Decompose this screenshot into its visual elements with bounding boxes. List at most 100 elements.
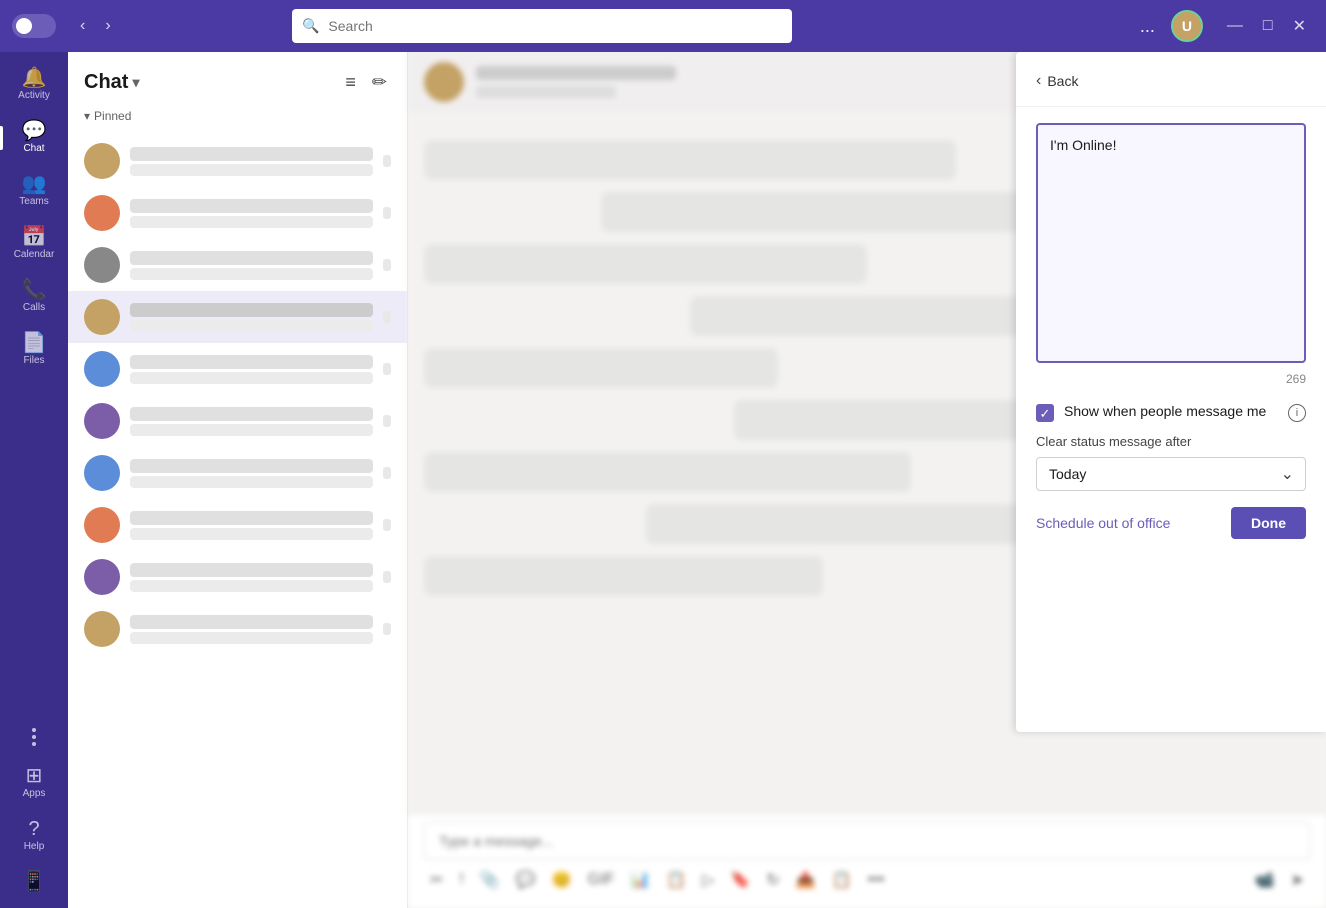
quote-button[interactable]: 💬 — [510, 864, 542, 896]
more-toolbar-button[interactable]: ••• — [862, 865, 891, 895]
message-input[interactable] — [424, 822, 1310, 860]
chat-name — [130, 407, 373, 421]
video-button[interactable]: 📹 — [1249, 864, 1281, 896]
loop-button[interactable]: ↻ — [760, 864, 785, 896]
copy-button[interactable]: 📋 — [826, 864, 858, 896]
chat-time — [383, 623, 391, 635]
avatar — [84, 611, 120, 647]
sidebar-item-teams[interactable]: 👥 Teams — [4, 166, 64, 215]
list-item[interactable] — [68, 291, 407, 343]
list-item[interactable] — [68, 239, 407, 291]
sidebar-item-chat[interactable]: 💬 Chat — [4, 113, 64, 162]
list-item[interactable] — [68, 447, 407, 499]
avatar — [84, 559, 120, 595]
nav-arrows: ‹ › — [72, 13, 119, 39]
send-button[interactable]: ➤ — [1285, 864, 1310, 896]
show-when-label: Show when people message me — [1064, 402, 1278, 422]
list-item[interactable] — [68, 395, 407, 447]
files-icon: 📄 — [22, 333, 47, 353]
nav-back[interactable]: ‹ — [72, 13, 93, 39]
chat-time — [383, 207, 391, 219]
content-wrapper: ✂ ! 📎 💬 😊 GIF 📊 📋 ▷ 🔖 ↻ 📤 📋 ••• 📹 — [408, 52, 1326, 908]
status-message-textarea[interactable]: I'm Online! — [1036, 123, 1306, 363]
list-item[interactable] — [68, 343, 407, 395]
sidebar-label-calls: Calls — [23, 302, 45, 313]
compose-button[interactable]: ✏ — [368, 68, 391, 97]
message-input-area: ✂ ! 📎 💬 😊 GIF 📊 📋 ▷ 🔖 ↻ 📤 📋 ••• 📹 — [408, 813, 1326, 908]
bookmark-button[interactable]: 🔖 — [724, 864, 756, 896]
avatar — [84, 455, 120, 491]
sidebar-item-activity[interactable]: 🔔 Activity — [4, 60, 64, 109]
chat-info — [130, 511, 373, 540]
avatar — [84, 403, 120, 439]
maximize-button[interactable]: □ — [1255, 12, 1281, 40]
back-button[interactable]: ‹ Back — [1036, 68, 1078, 94]
chat-name — [130, 355, 373, 369]
sidebar-label-files: Files — [23, 355, 44, 366]
chat-info — [130, 563, 373, 592]
chat-icon: 💬 — [22, 121, 47, 141]
chat-preview — [130, 476, 373, 488]
list-item[interactable] — [68, 603, 407, 655]
chat-title-text: Chat — [84, 71, 128, 94]
chat-info — [130, 199, 373, 228]
title-bar: ‹ › 🔍 ... U — □ ✕ — [0, 0, 1326, 52]
search-input[interactable] — [292, 9, 792, 43]
send-arrow-button[interactable]: ▷ — [696, 864, 720, 896]
avatar — [84, 143, 120, 179]
activity-icon: 🔔 — [22, 68, 47, 88]
chat-name — [130, 147, 373, 161]
chat-time — [383, 155, 391, 167]
avatar[interactable]: U — [1171, 10, 1203, 42]
sticker-button[interactable]: 📊 — [624, 864, 656, 896]
sidebar-label-apps: Apps — [23, 788, 46, 799]
avatar — [84, 247, 120, 283]
list-item[interactable] — [68, 187, 407, 239]
chat-preview — [130, 424, 373, 436]
chat-info — [130, 303, 373, 332]
sidebar-item-calendar[interactable]: 📅 Calendar — [4, 219, 64, 268]
chat-time — [383, 415, 391, 427]
main-layout: 🔔 Activity 💬 Chat 👥 Teams 📅 Calendar 📞 C… — [0, 52, 1326, 908]
teams-icon: 👥 — [22, 174, 47, 194]
schedule-out-of-office-button[interactable]: Schedule out of office — [1036, 515, 1170, 531]
chat-preview — [130, 164, 373, 176]
sidebar-item-calls[interactable]: 📞 Calls — [4, 272, 64, 321]
list-item[interactable] — [68, 135, 407, 187]
schedule-button[interactable]: 📋 — [660, 864, 692, 896]
close-button[interactable]: ✕ — [1285, 12, 1314, 40]
chat-time — [383, 259, 391, 271]
more-button[interactable]: ... — [1132, 12, 1163, 41]
priority-button[interactable]: ! — [453, 865, 469, 895]
show-when-checkbox[interactable]: ✓ — [1036, 404, 1054, 422]
avatar — [84, 195, 120, 231]
sidebar-item-files[interactable]: 📄 Files — [4, 325, 64, 374]
sidebar-label-teams: Teams — [19, 196, 48, 207]
info-icon[interactable]: i — [1288, 404, 1306, 422]
filter-button[interactable]: ≡ — [341, 68, 360, 97]
sidebar-item-mobile[interactable]: 📱 — [4, 864, 64, 900]
attach-button[interactable]: 📎 — [474, 864, 506, 896]
chat-title-dropdown-icon: ▾ — [132, 74, 139, 91]
chat-preview — [130, 528, 373, 540]
clear-after-select[interactable]: Never Today 1 hour 4 hours This week — [1036, 457, 1306, 491]
status-panel-header: ‹ Back — [1016, 52, 1326, 107]
toggle-button[interactable] — [12, 14, 56, 38]
sidebar-more-dots[interactable] — [24, 720, 44, 754]
sidebar-item-help[interactable]: ? Help — [4, 811, 64, 860]
gif-button[interactable]: GIF — [582, 865, 621, 895]
list-item[interactable] — [68, 551, 407, 603]
sidebar: 🔔 Activity 💬 Chat 👥 Teams 📅 Calendar 📞 C… — [0, 52, 68, 908]
list-item[interactable] — [68, 499, 407, 551]
done-button[interactable]: Done — [1231, 507, 1306, 539]
status-panel-footer: Schedule out of office Done — [1036, 507, 1306, 539]
emoji-button[interactable]: 😊 — [546, 864, 578, 896]
back-label: Back — [1047, 73, 1078, 89]
pinned-triangle: ▾ — [84, 109, 90, 123]
minimize-button[interactable]: — — [1219, 12, 1251, 40]
chat-name — [130, 459, 373, 473]
format-button[interactable]: ✂ — [424, 864, 449, 896]
nav-forward[interactable]: › — [97, 13, 118, 39]
share-button[interactable]: 📤 — [790, 864, 822, 896]
sidebar-item-apps[interactable]: ⊞ Apps — [4, 758, 64, 807]
